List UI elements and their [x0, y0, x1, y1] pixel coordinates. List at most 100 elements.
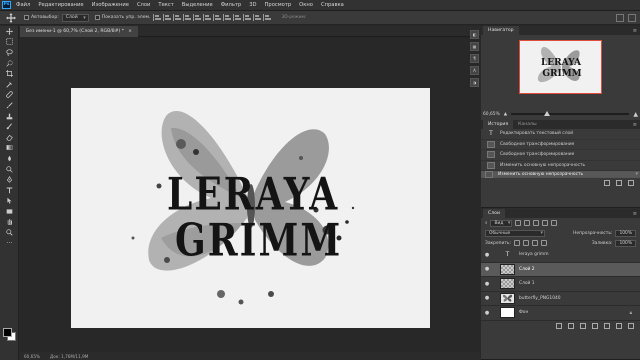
layer-row[interactable]: ● Фон 🔒︎ [481, 306, 640, 321]
align-center-icon[interactable] [163, 14, 172, 21]
new-layer-icon[interactable] [616, 322, 622, 329]
navigator-zoom-value[interactable]: 60,65% [483, 112, 500, 117]
tool-crop[interactable] [0, 68, 19, 79]
color-swatches[interactable] [3, 328, 17, 342]
tool-healing[interactable] [0, 90, 19, 101]
filter-pixel-icon[interactable] [515, 220, 522, 226]
tool-marquee[interactable] [0, 37, 19, 48]
distribute-right-icon[interactable] [263, 14, 272, 21]
filter-smart-icon[interactable] [551, 220, 558, 226]
tab-navigator[interactable]: Навигатор [483, 26, 519, 35]
menu-image[interactable]: Изображение [92, 2, 129, 8]
show-controls-checkbox[interactable] [94, 15, 100, 20]
panel-menu-icon[interactable]: ≡ [633, 211, 637, 217]
distribute-center-icon[interactable] [253, 14, 262, 21]
tool-extra[interactable]: ··· [0, 238, 19, 249]
eye-icon[interactable]: ● [481, 252, 493, 258]
tool-pen[interactable] [0, 174, 19, 185]
tool-text[interactable] [0, 185, 19, 196]
navigator-zoom-slider[interactable] [511, 111, 630, 116]
history-item[interactable]: Свободное трансформирование [481, 140, 640, 150]
tool-stamp[interactable] [0, 111, 19, 122]
menu-layer[interactable]: Слои [137, 2, 150, 8]
filter-type-icon[interactable] [533, 220, 540, 226]
autoselect-dropdown[interactable]: Слой [61, 13, 89, 22]
layer-row[interactable]: ● Слой 1 [481, 277, 640, 292]
foreground-color[interactable] [3, 328, 12, 337]
distribute-middle-icon[interactable] [223, 14, 232, 21]
navigator-preview[interactable]: LERAYA GRIMM [519, 40, 602, 94]
tool-dodge[interactable] [0, 164, 19, 175]
collapsed-panel-4-icon[interactable]: A [470, 66, 479, 75]
folder-icon[interactable] [604, 322, 610, 329]
lock-all-icon[interactable] [541, 240, 547, 246]
align-left-icon[interactable] [153, 14, 162, 21]
menu-view[interactable]: Просмотр [265, 2, 292, 8]
zoom-in-icon[interactable]: ▲ [633, 111, 638, 118]
layer-filter-dropdown[interactable]: Вид [490, 219, 513, 227]
menu-select[interactable]: Выделение [182, 2, 213, 8]
tool-history-brush[interactable] [0, 121, 19, 132]
blend-mode-dropdown[interactable]: Обычные [485, 229, 545, 237]
history-item-selected[interactable]: Изменить основную непрозрачность [481, 171, 640, 178]
collapsed-panel-2-icon[interactable]: ▦ [470, 42, 479, 51]
menu-filter[interactable]: Фильтр [221, 2, 242, 8]
tool-zoom[interactable] [0, 227, 19, 238]
lock-transparent-icon[interactable] [514, 240, 520, 246]
collapsed-panel-5-icon[interactable]: ◑ [470, 78, 479, 87]
autoselect-checkbox[interactable] [24, 15, 29, 20]
panel-menu-icon[interactable]: ≡ [633, 28, 637, 34]
layer-row-active[interactable]: ● Слой 2 [481, 262, 640, 277]
menu-type[interactable]: Текст [158, 2, 173, 8]
align-middle-icon[interactable] [193, 14, 202, 21]
layer-row[interactable]: ● T leraya grimm [481, 248, 640, 263]
search-icon[interactable] [616, 14, 624, 22]
filter-adjustment-icon[interactable] [524, 220, 531, 226]
history-item[interactable]: Изменить основную непрозрачность [481, 161, 640, 171]
tool-rectangle[interactable] [0, 206, 19, 217]
tool-gradient[interactable] [0, 143, 19, 154]
distribute-left-icon[interactable] [243, 14, 252, 21]
tool-eraser[interactable] [0, 132, 19, 143]
history-item[interactable]: Свободное трансформирование [481, 150, 640, 161]
lock-pixels-icon[interactable] [523, 240, 529, 246]
tool-hand[interactable] [0, 217, 19, 228]
menu-3d[interactable]: 3D [249, 2, 256, 8]
menu-edit[interactable]: Редактирование [38, 2, 83, 8]
link-layers-icon[interactable] [556, 322, 562, 329]
new-document-from-state-icon[interactable] [604, 180, 610, 186]
menu-file[interactable]: Файл [16, 2, 30, 8]
zoom-slider-knob[interactable] [543, 111, 550, 116]
tab-channels[interactable]: Каналы [513, 120, 541, 129]
align-bottom-icon[interactable] [203, 14, 212, 21]
layer-row[interactable]: ● butterfly_PNG1040 [481, 292, 640, 306]
opacity-input[interactable]: 100% [615, 229, 636, 237]
zoom-out-icon[interactable]: ▲ [504, 112, 507, 117]
eye-icon[interactable]: ● [481, 266, 493, 272]
lock-position-icon[interactable] [532, 240, 538, 246]
tool-blur[interactable] [0, 153, 19, 164]
history-item[interactable]: T Редактировать текстовый слой [481, 129, 640, 140]
eye-icon[interactable]: ● [481, 310, 493, 316]
distribute-bottom-icon[interactable] [233, 14, 242, 21]
tool-quick-select[interactable] [0, 58, 19, 69]
workspace-icon[interactable] [628, 14, 636, 22]
tab-history[interactable]: История [483, 120, 514, 129]
menu-window[interactable]: Окно [299, 2, 313, 8]
eye-icon[interactable]: ● [481, 281, 493, 287]
collapsed-panel-3-icon[interactable]: ¶ [470, 54, 479, 63]
tool-lasso[interactable] [0, 47, 19, 58]
move-tool-preset[interactable] [4, 12, 18, 23]
status-zoom[interactable]: 60,65% [24, 354, 40, 359]
close-icon[interactable]: × [128, 29, 132, 34]
tool-brush[interactable] [0, 100, 19, 111]
mask-icon[interactable] [580, 322, 586, 329]
tab-layers[interactable]: Слои [483, 209, 505, 218]
camera-icon[interactable] [616, 180, 622, 186]
trash-icon[interactable] [628, 322, 634, 329]
tool-path-select[interactable] [0, 196, 19, 207]
eye-icon[interactable]: ● [481, 295, 493, 301]
adjustment-layer-icon[interactable] [592, 322, 598, 329]
document-canvas[interactable]: LERAYA GRIMM [71, 88, 430, 328]
filter-shape-icon[interactable] [542, 220, 549, 226]
